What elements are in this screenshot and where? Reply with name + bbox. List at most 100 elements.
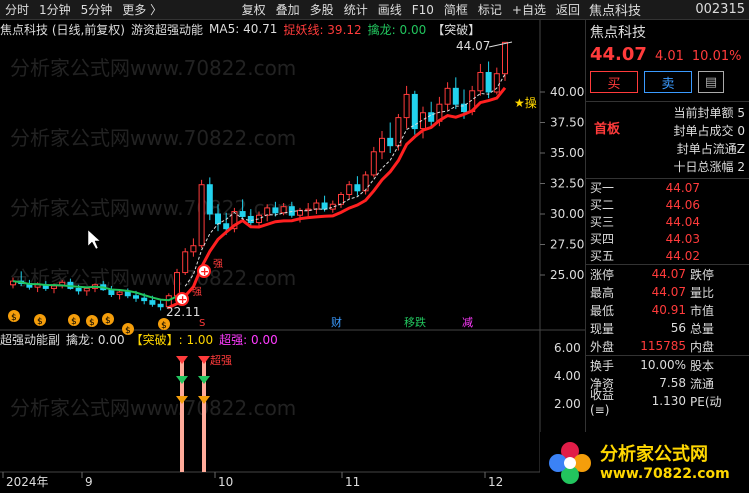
stat-value: 7.58 — [659, 376, 686, 390]
candle-body — [190, 245, 197, 253]
svg-text:$: $ — [71, 317, 77, 327]
candle-body — [477, 71, 484, 92]
board-row-4: 十日总涨幅 2 — [673, 160, 745, 174]
svg-text:$: $ — [37, 317, 43, 327]
candle-body — [387, 137, 394, 147]
candle-body — [354, 184, 361, 192]
price-tick-0: 40.00 — [550, 85, 584, 99]
candle-body — [313, 202, 320, 210]
stat-label: 现量 — [590, 321, 615, 336]
stat-label-2: 总量 — [690, 321, 715, 336]
toolbar-left-item-3[interactable]: 更多 〉 — [117, 0, 167, 20]
stat-value: 1.130 — [651, 394, 686, 408]
bid-list: 买一 44.07 买二 44.06 买三 44.04 买四 44.03 买五 44.02 — [586, 179, 749, 264]
stat-value: 40.91 — [651, 303, 686, 317]
stat-row: 收益(≡) 1.130 PE(动 — [586, 388, 749, 417]
candle-body — [141, 297, 148, 302]
logo-url: www.70822.com — [600, 465, 730, 482]
stat-label: 最高 — [590, 285, 615, 300]
sub-chaoqiang: 超强: 0.00 — [219, 332, 278, 347]
high-price-label: 44.07 — [456, 39, 490, 53]
stat-label: 外盘 — [590, 339, 615, 354]
stat-label: 换手 — [590, 358, 615, 373]
sell-button[interactable]: 卖 — [644, 71, 692, 93]
right-header: 焦点科技 002315 — [585, 0, 749, 20]
site-logo: 分析家公式网 www.70822.com — [540, 432, 749, 493]
stat-label: 最低 — [590, 303, 615, 318]
candle-body — [239, 211, 246, 217]
stat-row: 最低 40.91 市值 — [586, 301, 749, 319]
trade-buttons: 买 卖 ▤ — [586, 65, 749, 97]
stat-value: 56 — [670, 321, 686, 335]
candle-body — [223, 223, 230, 230]
candle-body — [485, 71, 492, 93]
buy-marker-2: + — [197, 264, 211, 278]
toolbar-right-item-8[interactable]: +自选 — [507, 0, 551, 20]
current-price: 44.07 — [590, 44, 647, 65]
ma5-line — [184, 74, 506, 287]
bid-row: 买二 44.06 — [586, 196, 749, 213]
toolbar-right-item-9[interactable]: 返回 — [551, 0, 585, 20]
sub-indicator-name[interactable]: 超强动能副 — [0, 331, 60, 348]
toolbar-left-item-0[interactable]: 分时 — [0, 0, 34, 20]
toolbar-right-item-2[interactable]: 多股 — [305, 0, 339, 20]
candle-body — [264, 207, 271, 216]
stock-code: 002315 — [695, 2, 745, 17]
board-row-2: 封单占成交 0 — [673, 124, 745, 138]
toolbar-left-item-1[interactable]: 1分钟 — [34, 0, 76, 20]
board-row-3: 封单占流通Z — [676, 142, 745, 156]
price-axis: 40.00 37.50 35.00 32.50 30.00 27.50 25.00 — [540, 85, 584, 282]
s-marker: S — [199, 318, 205, 329]
toolbar-right-item-0[interactable]: 复权 — [237, 0, 271, 20]
qiang-label-2: 强 — [213, 258, 223, 270]
sub-tick-1: 4.00 — [554, 369, 581, 383]
stat-value: 44.07 — [651, 285, 686, 299]
more-button[interactable]: ▤ — [698, 71, 724, 93]
candle-body — [272, 207, 279, 214]
price-tick-4: 30.00 — [550, 207, 584, 221]
bid-label: 买五 — [590, 249, 615, 263]
date-label-4: 12 — [488, 475, 503, 489]
candle-body — [452, 87, 459, 105]
chart-area[interactable]: 焦点科技 (日线,前复权) 游资超强动能 MA5: 40.71 捉妖线: 39.… — [0, 20, 585, 493]
stat-label-2: 股本 — [690, 358, 715, 373]
sub-axis: 6.00 4.00 2.00 — [554, 341, 581, 411]
toolbar-left: 分时 1分钟 5分钟 更多 〉 — [0, 0, 167, 20]
candle-body — [346, 184, 353, 195]
candle-body — [502, 41, 508, 75]
candle-body — [338, 193, 344, 205]
bid-row: 买四 44.03 — [586, 230, 749, 247]
toolbar-right-item-5[interactable]: F10 — [407, 0, 439, 20]
price-tick-5: 27.50 — [550, 238, 584, 252]
buy-button[interactable]: 买 — [590, 71, 638, 93]
price-tick-1: 37.50 — [550, 116, 584, 130]
toolbar-right-item-4[interactable]: 画线 — [373, 0, 407, 20]
stat-label-2: 量比 — [690, 285, 715, 300]
sub-qinlong: 擒龙: 0.00 — [66, 332, 125, 347]
candle-body — [51, 285, 57, 289]
price-tick-3: 32.50 — [550, 177, 584, 191]
bid-row: 买三 44.04 — [586, 213, 749, 230]
toolbar-left-item-2[interactable]: 5分钟 — [76, 0, 118, 20]
bid-label: 买二 — [590, 198, 615, 212]
stat-label-2: 市值 — [690, 303, 715, 318]
price-tick-6: 25.00 — [550, 268, 584, 282]
toolbar-right: 复权 叠加 多股 统计 画线 F10 简框 标记 +自选 返回 — [237, 0, 585, 20]
stat-row: 涨停 44.07 跌停 — [586, 265, 749, 283]
price-line: 44.07 4.01 10.01% — [586, 44, 749, 65]
price-chart[interactable]: 分析家公式网www.70822.com 分析家公式网www.70822.com … — [0, 20, 585, 493]
candle-body — [124, 291, 131, 297]
stat-value: 10.00% — [640, 358, 686, 372]
price-change: 4.01 — [654, 49, 684, 64]
date-label-2: 10 — [218, 475, 233, 489]
candle-body — [403, 93, 410, 119]
toolbar-right-item-1[interactable]: 叠加 — [271, 0, 305, 20]
candle-body — [116, 291, 123, 296]
toolbar-right-item-6[interactable]: 简框 — [439, 0, 473, 20]
toolbar-right-item-3[interactable]: 统计 — [339, 0, 373, 20]
stat-row: 外盘 115785 内盘 — [586, 337, 749, 355]
buy-marker-1: + — [175, 292, 189, 306]
candle-body — [157, 303, 164, 308]
logo-text: 分析家公式网 — [600, 443, 708, 465]
toolbar-right-item-7[interactable]: 标记 — [473, 0, 507, 20]
